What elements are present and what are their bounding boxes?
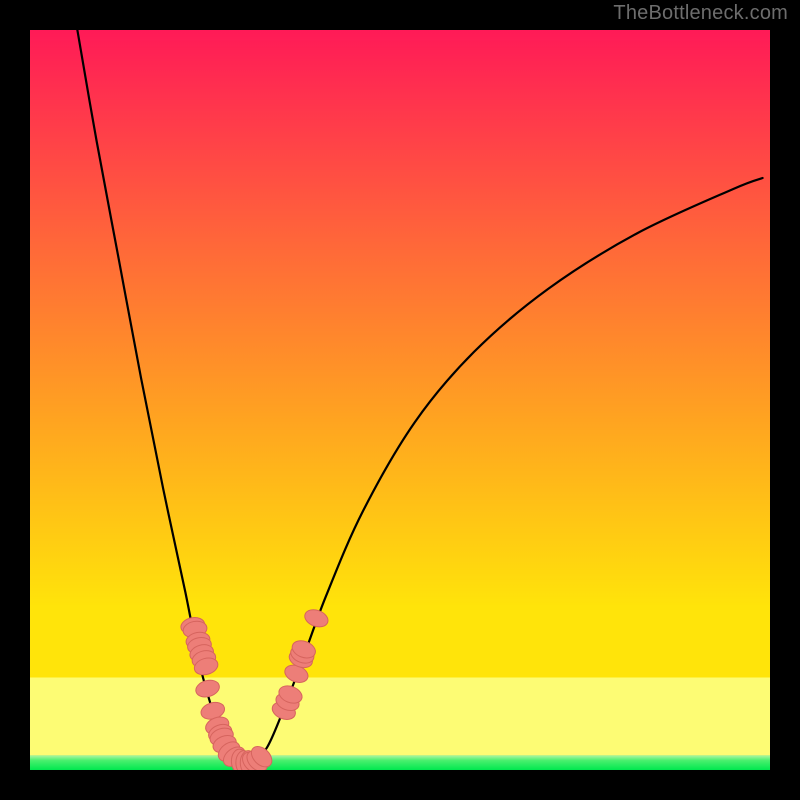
gradient-background: [30, 30, 770, 770]
chart-stage: TheBottleneck.com: [0, 0, 800, 800]
bottleneck-chart: [0, 0, 800, 800]
pale-yellow-band: [30, 678, 770, 756]
watermark-text: TheBottleneck.com: [613, 2, 788, 25]
green-band: [30, 755, 770, 770]
